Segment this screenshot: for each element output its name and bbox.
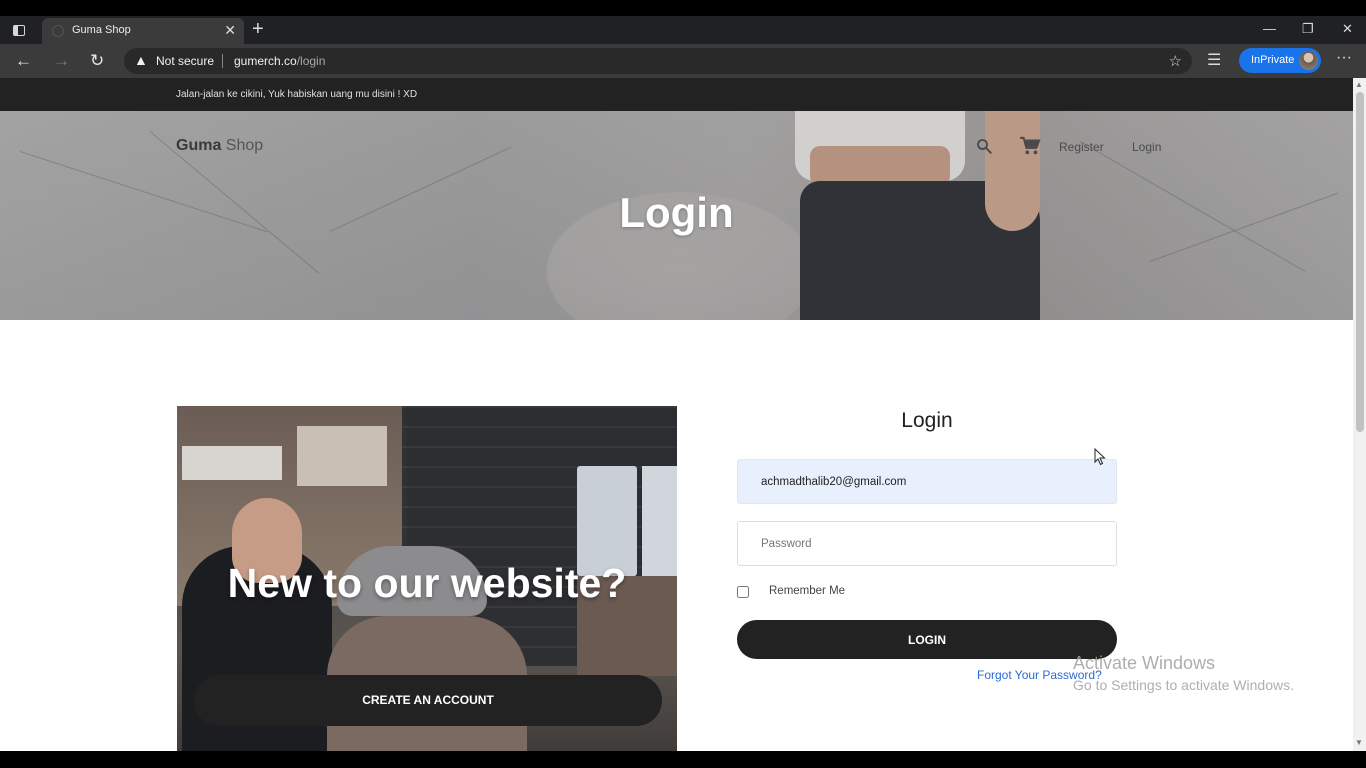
inprivate-button[interactable]: InPrivate xyxy=(1239,48,1321,73)
tab-title: Guma Shop xyxy=(72,24,131,36)
signup-promo-card: New to our website? CREATE AN ACCOUNT xyxy=(177,406,677,751)
scrollbar-thumb[interactable] xyxy=(1356,92,1364,432)
password-field[interactable] xyxy=(737,521,1117,566)
favorites-icon[interactable]: ☰ xyxy=(1207,50,1221,70)
watermark-title: Activate Windows xyxy=(1073,653,1216,673)
page-viewport: Jalan-jalan ke cikini, Yuk habiskan uang… xyxy=(0,78,1353,751)
browser-tab[interactable]: Guma Shop ✕ xyxy=(42,18,244,44)
cart-icon[interactable] xyxy=(1019,136,1041,156)
url-text[interactable]: gumerch.co/login xyxy=(234,54,325,68)
refresh-icon[interactable]: ↻ xyxy=(90,50,104,72)
watermark-subtitle: Go to Settings to activate Windows. xyxy=(1073,677,1294,693)
windows-activation-watermark: Activate Windows Go to Settings to activ… xyxy=(1073,653,1294,693)
close-window-icon[interactable]: ✕ xyxy=(1342,19,1353,39)
site-logo[interactable]: Guma Shop xyxy=(176,137,263,155)
restore-icon[interactable]: ❐ xyxy=(1302,19,1314,39)
minimize-icon[interactable]: — xyxy=(1263,19,1276,39)
back-icon[interactable]: ← xyxy=(15,50,32,72)
nav-login-link[interactable]: Login xyxy=(1132,140,1161,154)
login-button[interactable]: LOGIN xyxy=(737,620,1117,659)
url-divider xyxy=(222,54,223,68)
not-secure-label[interactable]: Not secure xyxy=(156,54,214,68)
login-form-title: Login xyxy=(901,409,953,432)
page-scrollbar[interactable]: ▲ ▼ xyxy=(1353,78,1366,751)
search-icon[interactable] xyxy=(975,137,993,155)
announcement-bar: Jalan-jalan ke cikini, Yuk habiskan uang… xyxy=(0,78,1353,111)
avatar xyxy=(1299,51,1318,70)
warning-icon: ▲ xyxy=(134,52,148,68)
tab-favicon-icon xyxy=(52,25,64,37)
nav-register-link[interactable]: Register xyxy=(1059,140,1104,154)
forward-icon[interactable]: → xyxy=(53,50,70,72)
page-title: Login xyxy=(619,189,734,236)
tab-bar: Guma Shop ✕ + — ❐ ✕ xyxy=(0,16,1366,44)
tab-actions-icon[interactable] xyxy=(10,22,28,38)
promo-title: New to our website? xyxy=(227,560,627,606)
url-field[interactable]: ▲ Not secure gumerch.co/login ☆ xyxy=(124,48,1192,74)
hero-banner: Guma Shop Register Login Login xyxy=(0,111,1353,320)
tab-close-icon[interactable]: ✕ xyxy=(224,22,236,38)
add-favorite-icon[interactable]: ☆ xyxy=(1169,52,1182,70)
more-menu-icon[interactable]: ··· xyxy=(1336,49,1352,67)
new-tab-icon[interactable]: + xyxy=(252,17,264,41)
address-bar: ← → ↻ ▲ Not secure gumerch.co/login ☆ ☰ … xyxy=(0,44,1366,78)
scroll-up-icon[interactable]: ▲ xyxy=(1355,80,1363,89)
remember-me-checkbox[interactable] xyxy=(737,586,749,598)
create-account-button[interactable]: CREATE AN ACCOUNT xyxy=(194,675,662,726)
promo-shop-sign xyxy=(182,446,282,480)
scroll-down-icon[interactable]: ▼ xyxy=(1355,738,1363,747)
remember-me-label[interactable]: Remember Me xyxy=(769,585,845,597)
inprivate-label: InPrivate xyxy=(1251,54,1295,66)
mouse-cursor-icon xyxy=(1094,448,1106,466)
announcement-text: Jalan-jalan ke cikini, Yuk habiskan uang… xyxy=(176,89,418,100)
email-field[interactable] xyxy=(737,459,1117,504)
